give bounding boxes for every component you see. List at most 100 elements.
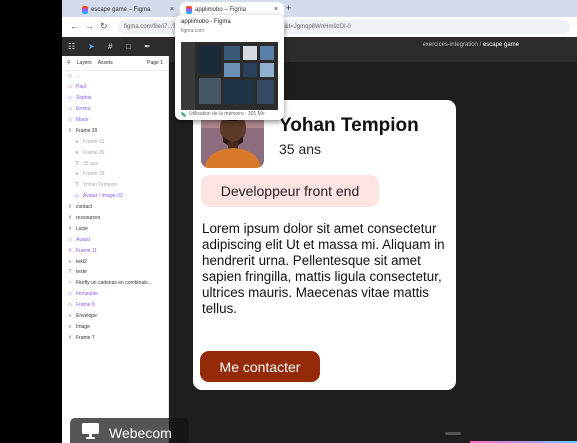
layer-label: contact bbox=[76, 204, 93, 211]
monitor-logo-icon bbox=[82, 423, 99, 439]
contact-button[interactable]: Me contacter bbox=[200, 351, 320, 382]
forward-icon[interactable]: → bbox=[85, 21, 94, 31]
layer-item[interactable]: ◇... bbox=[62, 71, 168, 82]
profile-name: Yohan Tempion bbox=[279, 115, 419, 136]
layer-type-icon: ○ bbox=[68, 280, 72, 287]
watermark: Webecom bbox=[70, 418, 189, 443]
layer-label: Avatar / Image-03 bbox=[83, 193, 123, 200]
preview-thumbnail bbox=[181, 42, 278, 110]
layer-item[interactable]: ◇ Sophie bbox=[62, 93, 168, 104]
layer-item[interactable]: ◇ Avatar / Image-03 bbox=[62, 191, 168, 202]
shape-tool-icon[interactable]: □ bbox=[126, 42, 131, 51]
profile-card: Yohan Tempion 35 ans Developpeur front e… bbox=[193, 98, 456, 390]
close-icon[interactable]: × bbox=[274, 6, 278, 13]
layer-label: Frame 11 bbox=[76, 247, 98, 254]
layer-item[interactable]: ◇ Paul bbox=[62, 82, 168, 93]
layer-label: texte bbox=[76, 269, 87, 276]
layer-type-icon: # bbox=[68, 334, 72, 341]
layer-item[interactable]: ≡ Frame 30 bbox=[62, 147, 168, 158]
canvas-scrollbar[interactable] bbox=[445, 432, 461, 435]
layer-type-icon: ◇ bbox=[68, 117, 72, 123]
layer-item[interactable]: ≡ Image bbox=[62, 321, 168, 332]
frame-tool-icon[interactable]: # bbox=[108, 42, 112, 51]
tab-title: escape game – Figma bbox=[91, 6, 151, 13]
tab-assets[interactable]: Assets bbox=[98, 60, 113, 66]
layer-type-icon: ≡ bbox=[68, 258, 72, 265]
tab-hover-preview: applimobo - Figma figma.com Utilisation … bbox=[175, 15, 284, 120]
layer-item[interactable]: T Yohan Tempion bbox=[62, 180, 168, 191]
preview-title: applimobo - Figma bbox=[181, 19, 231, 25]
layer-label: Marie bbox=[76, 117, 89, 123]
back-icon[interactable]: ← bbox=[70, 21, 79, 31]
figma-icon bbox=[82, 5, 88, 14]
layer-item[interactable]: # Frame 7 bbox=[62, 332, 168, 343]
breadcrumb: exercices-integration / escape game bbox=[423, 42, 519, 48]
layer-type-icon: ◇ bbox=[75, 193, 79, 200]
breadcrumb-file[interactable]: escape game bbox=[483, 42, 519, 48]
layer-type-icon: ≡ bbox=[75, 149, 79, 156]
layer-item[interactable]: # contact bbox=[62, 202, 168, 213]
layer-item[interactable]: ◇ Emma bbox=[62, 104, 168, 115]
layer-item[interactable]: ≡ Frame 28 bbox=[62, 169, 168, 180]
layer-type-icon: # bbox=[68, 127, 72, 134]
layer-type-icon: T bbox=[75, 160, 79, 167]
layer-type-icon: ≡ bbox=[75, 138, 79, 145]
layer-label: Frame 7 bbox=[76, 334, 95, 341]
page-selector[interactable]: Page 1 bbox=[147, 60, 163, 66]
browser-toolbar: ← → ↻ figma.com/file/i7...?type=design&n… bbox=[62, 17, 577, 37]
layer-item[interactable]: ≡ Envelope bbox=[62, 311, 168, 322]
layer-item[interactable]: # Lucie bbox=[62, 223, 168, 234]
layer-type-icon: ◇ bbox=[68, 236, 72, 243]
layer-item[interactable]: ≡ Frame 31 bbox=[62, 136, 168, 147]
close-icon[interactable]: × bbox=[170, 6, 174, 13]
pen-tool-icon[interactable]: ✒ bbox=[144, 42, 151, 51]
layer-label: Frame 8 bbox=[76, 302, 95, 309]
breadcrumb-project[interactable]: exercices-integration bbox=[423, 42, 478, 48]
tab-layers[interactable]: Layers bbox=[77, 60, 92, 66]
search-icon[interactable]: ⚲ bbox=[67, 60, 71, 66]
layer-label: Envelope bbox=[76, 313, 97, 320]
layer-type-icon: # bbox=[68, 204, 72, 211]
layer-type-icon: ◇ bbox=[68, 291, 72, 298]
layer-item[interactable]: # ressources bbox=[62, 213, 168, 224]
layer-label: Frame 28 bbox=[83, 171, 105, 178]
layer-type-icon: ◇ bbox=[68, 73, 72, 80]
breadcrumb-separator: / bbox=[479, 42, 482, 48]
layer-type-icon: ≡ bbox=[68, 323, 72, 330]
figma-icon bbox=[186, 5, 192, 14]
layer-item[interactable]: ≡ text2 bbox=[62, 256, 168, 267]
layer-item[interactable]: ◇ Immeuble bbox=[62, 289, 168, 300]
reload-icon[interactable]: ↻ bbox=[100, 21, 108, 32]
layer-item[interactable]: ◇ Avatar bbox=[62, 234, 168, 245]
main-menu-icon[interactable]: ☷ bbox=[68, 42, 75, 51]
layer-type-icon: # bbox=[68, 215, 72, 222]
layer-label: Firefly un cadenas en combinais... bbox=[76, 280, 152, 287]
layer-item[interactable]: T 35 ans bbox=[62, 158, 168, 169]
layer-list: ◇... ◇ Paul ◇ Sophie ◇ Emma ◇ Marie # Frame 29 ≡ Fra… bbox=[62, 71, 168, 343]
layer-label: ... bbox=[76, 73, 81, 80]
layer-type-icon: # bbox=[68, 225, 72, 232]
layer-item[interactable]: ◇ Marie bbox=[62, 115, 168, 126]
layer-item[interactable]: # Frame 29 bbox=[62, 125, 168, 136]
layer-item[interactable]: ◇ Frame 8 bbox=[62, 300, 168, 311]
layer-item[interactable]: ○ Firefly un cadenas en combinais... bbox=[62, 278, 168, 289]
layer-label: Paul bbox=[76, 84, 87, 91]
layer-item[interactable]: Ttexte bbox=[62, 267, 168, 278]
layer-label: Frame 31 bbox=[83, 138, 105, 145]
move-tool-icon[interactable]: ➤ bbox=[88, 42, 95, 51]
layer-item[interactable]: # Frame 11 bbox=[62, 245, 168, 256]
layer-type-icon: ◇ bbox=[68, 106, 72, 113]
layers-panel: ⚲ Layers Assets Page 1 ◇... ◇ Paul ◇ Sophie ◇… bbox=[62, 56, 169, 443]
layer-type-icon: ◇ bbox=[68, 302, 72, 309]
layer-type-icon: ≡ bbox=[68, 313, 72, 320]
new-tab-button[interactable]: + bbox=[286, 3, 291, 13]
layer-label: Immeuble bbox=[76, 291, 98, 298]
thumbnail-image bbox=[181, 42, 278, 110]
leaf-icon bbox=[181, 111, 186, 117]
layer-label: Sophie bbox=[76, 95, 92, 102]
layer-label: Avatar bbox=[76, 236, 91, 243]
layer-label: Yohan Tempion bbox=[83, 182, 118, 189]
layer-label: text2 bbox=[76, 258, 87, 265]
layer-label: Emma bbox=[76, 106, 91, 113]
tab-escape-game[interactable]: escape game – Figma × bbox=[76, 2, 180, 17]
